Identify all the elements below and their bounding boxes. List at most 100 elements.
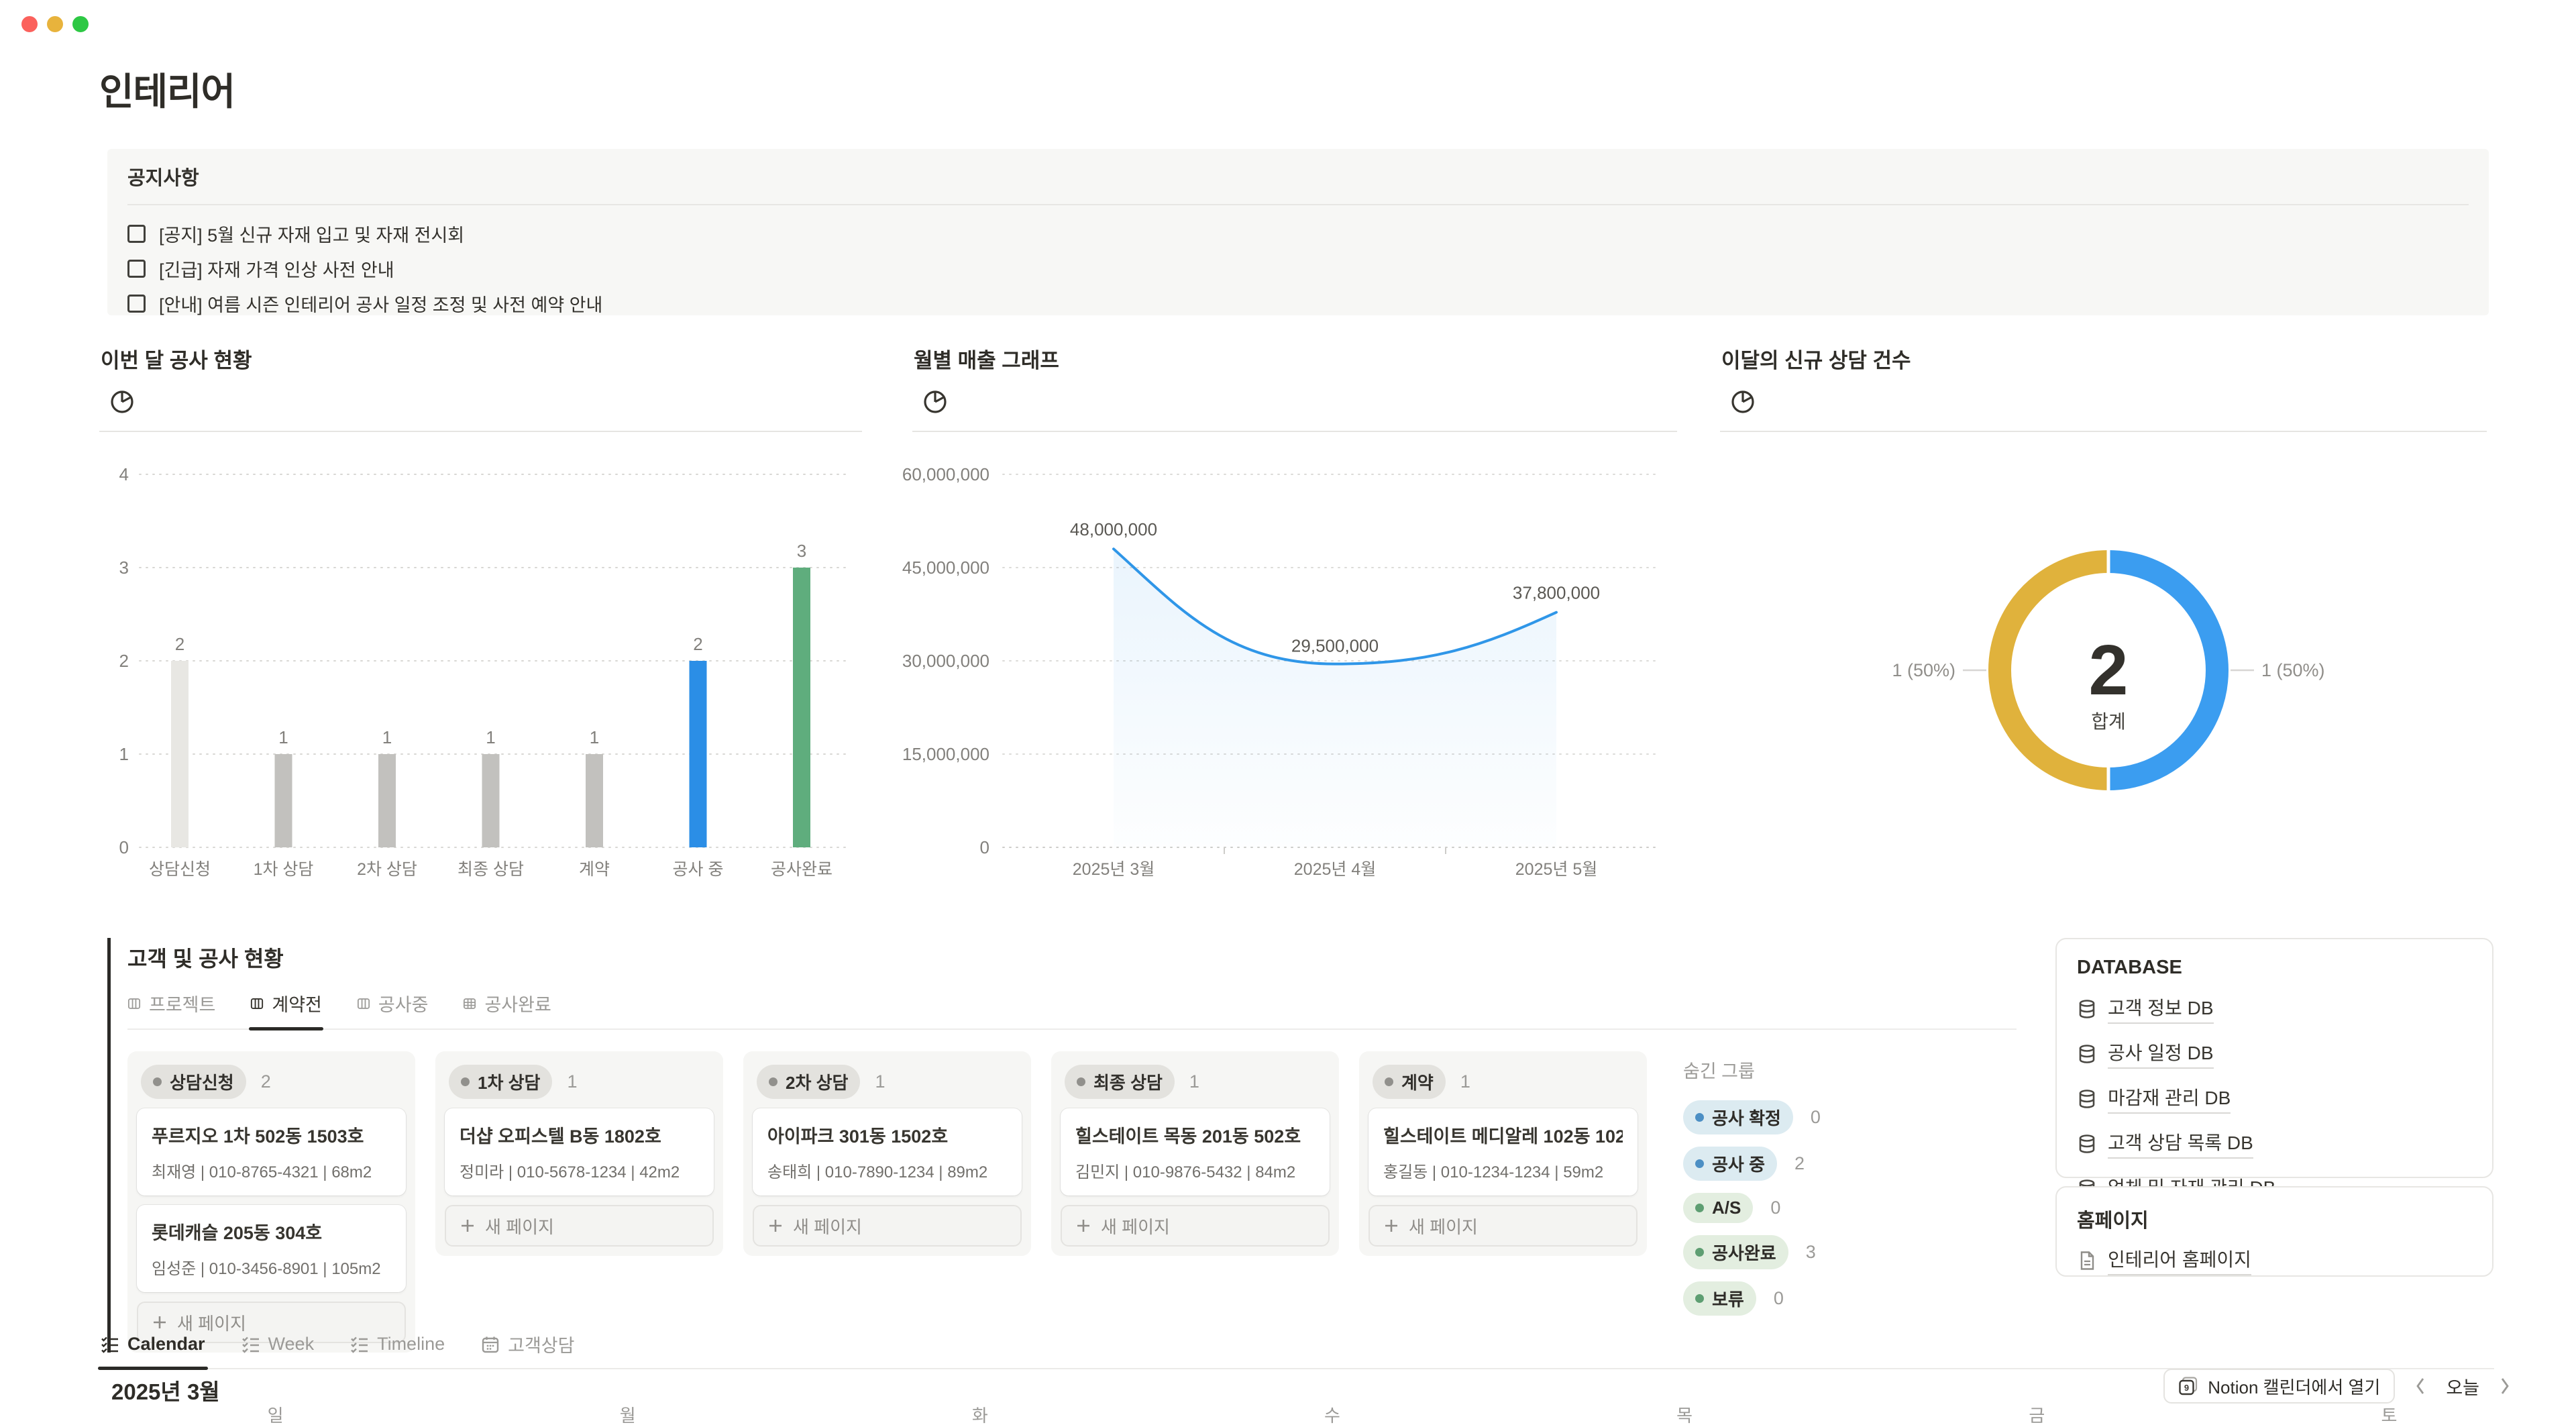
- column-count: 1: [1460, 1071, 1470, 1092]
- hidden-groups: 숨긴 그룹 공사 확정 0 공사 중 2 A/S 0 공사완료 3 보류 0: [1683, 1051, 2005, 1328]
- donut-chart-canvas: 1 (50%)1 (50%)2합계: [1720, 432, 2487, 888]
- card-title: 푸르지오 1차 502동 1503호: [152, 1122, 391, 1148]
- weekday-label: 목: [1509, 1402, 1861, 1427]
- hidden-group-item[interactable]: 공사 중 2: [1683, 1147, 2005, 1181]
- new-page-button[interactable]: 새 페이지: [1368, 1205, 1638, 1247]
- kanban-card[interactable]: 힐스테이트 목동 201동 502호 김민지 | 010-9876-5432 |…: [1061, 1108, 1330, 1196]
- tab-customer-consult[interactable]: 고객상담: [480, 1331, 576, 1368]
- card-meta: 홍길동 | 010-1234-1234 | 59m2: [1383, 1159, 1623, 1182]
- database-icon: [2077, 1134, 2097, 1154]
- kanban-card[interactable]: 롯데캐슬 205동 304호 임성준 | 010-3456-8901 | 105…: [137, 1205, 406, 1292]
- line-chart-canvas: 015,000,00030,000,00045,000,00060,000,00…: [912, 432, 1677, 888]
- svg-text:9: 9: [2184, 1383, 2189, 1393]
- y-axis-tick-label: 15,000,000: [902, 744, 989, 764]
- calendar-month-label: 2025년 3월: [111, 1374, 220, 1406]
- notice-item[interactable]: [공지] 5월 신규 자재 입고 및 자재 전시회: [127, 216, 2469, 251]
- todo-checkbox[interactable]: [127, 295, 146, 313]
- calendar-controls: 9 Notion 캘린더에서 열기 오늘: [2163, 1369, 2512, 1404]
- tab-label: 프로젝트: [149, 990, 215, 1016]
- card-meta: 정미라 | 010-5678-1234 | 42m2: [460, 1159, 699, 1182]
- tab-timeline[interactable]: Timeline: [349, 1331, 446, 1368]
- board-view-icon: [127, 994, 141, 1014]
- status-dot: [1695, 1113, 1704, 1122]
- bar-value-label: 1: [590, 727, 599, 747]
- hidden-group-item[interactable]: 공사완료 3: [1683, 1235, 2005, 1269]
- column-header[interactable]: 2차 상담 1: [753, 1062, 1022, 1108]
- bar: [275, 754, 292, 847]
- point-value-label: 29,500,000: [1291, 636, 1379, 656]
- maximize-window-icon[interactable]: [72, 16, 89, 32]
- status-dot: [1695, 1159, 1704, 1168]
- kanban-card[interactable]: 더샵 오피스텔 B동 1802호 정미라 | 010-5678-1234 | 4…: [445, 1108, 714, 1196]
- database-link[interactable]: 마감재 관리 DB: [2077, 1084, 2472, 1114]
- new-page-button[interactable]: 새 페이지: [445, 1205, 714, 1247]
- homepage-link[interactable]: 인테리어 홈페이지: [2077, 1245, 2472, 1275]
- notice-item-text: [공지] 5월 신규 자재 입고 및 자재 전시회: [159, 221, 464, 247]
- line-chart-block: 월별 매출 그래프 015,000,00030,000,00045,000,00…: [912, 342, 1677, 892]
- kanban-card[interactable]: 푸르지오 1차 502동 1503호 최재영 | 010-8765-4321 |…: [137, 1108, 406, 1196]
- plus-icon: [1383, 1218, 1399, 1234]
- weekday-label: 수: [1156, 1402, 1508, 1427]
- column-header[interactable]: 최종 상담 1: [1061, 1062, 1330, 1108]
- status-dot: [1695, 1204, 1704, 1212]
- column-count: 1: [567, 1071, 577, 1092]
- database-link[interactable]: 고객 정보 DB: [2077, 994, 2472, 1024]
- database-link[interactable]: 고객 상담 목록 DB: [2077, 1128, 2472, 1159]
- y-axis-tick-label: 1: [119, 744, 129, 764]
- chevron-right-icon[interactable]: [2498, 1376, 2512, 1396]
- today-button[interactable]: 오늘: [2446, 1373, 2479, 1399]
- tab-label: Timeline: [377, 1334, 445, 1355]
- hidden-group-item[interactable]: 보류 0: [1683, 1281, 2005, 1316]
- column-header[interactable]: 계약 1: [1368, 1062, 1638, 1108]
- tab-in-construction[interactable]: 공사중: [357, 990, 429, 1028]
- tab-pre-contract[interactable]: 계약전: [250, 990, 322, 1028]
- plus-icon: [460, 1218, 476, 1234]
- notice-item-text: [긴급] 자재 가격 인상 사전 안내: [159, 256, 394, 282]
- new-page-button[interactable]: 새 페이지: [1061, 1205, 1330, 1247]
- todo-checkbox[interactable]: [127, 260, 146, 278]
- bar: [378, 754, 396, 847]
- chevron-left-icon[interactable]: [2414, 1376, 2427, 1396]
- card-meta: 임성준 | 010-3456-8901 | 105m2: [152, 1255, 391, 1279]
- tab-week[interactable]: Week: [240, 1331, 316, 1368]
- notice-title: 공지사항: [127, 162, 2469, 191]
- chart-title: 월별 매출 그래프: [914, 343, 1677, 374]
- todo-checkbox[interactable]: [127, 225, 146, 243]
- hidden-group-item[interactable]: 공사 확정 0: [1683, 1100, 2005, 1134]
- minimize-window-icon[interactable]: [47, 16, 63, 32]
- calendar-weekday-header: 일 월 화 수 목 금 토: [99, 1402, 2565, 1427]
- close-window-icon[interactable]: [21, 16, 38, 32]
- tab-construction-done[interactable]: 공사완료: [463, 990, 551, 1028]
- kanban-card[interactable]: 힐스테이트 메디알레 102동 102호 홍길동 | 010-1234-1234…: [1368, 1108, 1638, 1196]
- status-dot: [1077, 1077, 1085, 1086]
- notice-item[interactable]: [안내] 여름 시즌 인테리어 공사 일정 조정 및 사전 예약 안내: [127, 286, 2469, 321]
- column-name: 2차 상담: [786, 1069, 848, 1094]
- homepage-title: 홈페이지: [2077, 1205, 2472, 1233]
- status-dot: [769, 1077, 777, 1086]
- donut-chart-block: 이달의 신규 상담 건수 1 (50%)1 (50%)2합계: [1720, 342, 2487, 892]
- status-dot: [1695, 1248, 1704, 1257]
- notion-calendar-icon: 9: [2178, 1376, 2198, 1396]
- column-header[interactable]: 상담신청 2: [137, 1062, 406, 1108]
- database-link[interactable]: 공사 일정 DB: [2077, 1039, 2472, 1069]
- new-page-label: 새 페이지: [793, 1214, 862, 1238]
- hidden-group-item[interactable]: A/S 0: [1683, 1193, 2005, 1223]
- homepage-box: 홈페이지 인테리어 홈페이지: [2055, 1186, 2493, 1277]
- new-page-button[interactable]: 새 페이지: [753, 1205, 1022, 1247]
- card-meta: 송태희 | 010-7890-1234 | 89m2: [767, 1159, 1007, 1182]
- notice-item[interactable]: [긴급] 자재 가격 인상 사전 안내: [127, 251, 2469, 286]
- calendar-icon: [481, 1335, 500, 1354]
- chart-title: 이달의 신규 상담 건수: [1721, 343, 2487, 374]
- notice-callout: 공지사항 [공지] 5월 신규 자재 입고 및 자재 전시회 [긴급] 자재 가…: [107, 149, 2489, 315]
- x-axis-tick-label: 공사완료: [771, 860, 833, 879]
- column-header[interactable]: 1차 상담 1: [445, 1062, 714, 1108]
- open-in-notion-calendar-button[interactable]: 9 Notion 캘린더에서 열기: [2163, 1369, 2395, 1404]
- x-axis-tick-label: 2025년 4월: [1294, 860, 1376, 879]
- tab-project[interactable]: 프로젝트: [127, 990, 215, 1028]
- hidden-group-label: 보류: [1712, 1286, 1744, 1311]
- card-meta: 김민지 | 010-9876-5432 | 84m2: [1075, 1159, 1315, 1182]
- kanban-card[interactable]: 아이파크 301동 1502호 송태희 | 010-7890-1234 | 89…: [753, 1108, 1022, 1196]
- bar-value-label: 1: [382, 727, 392, 747]
- column-count: 1: [1189, 1071, 1199, 1092]
- tab-calendar[interactable]: Calendar: [99, 1331, 207, 1368]
